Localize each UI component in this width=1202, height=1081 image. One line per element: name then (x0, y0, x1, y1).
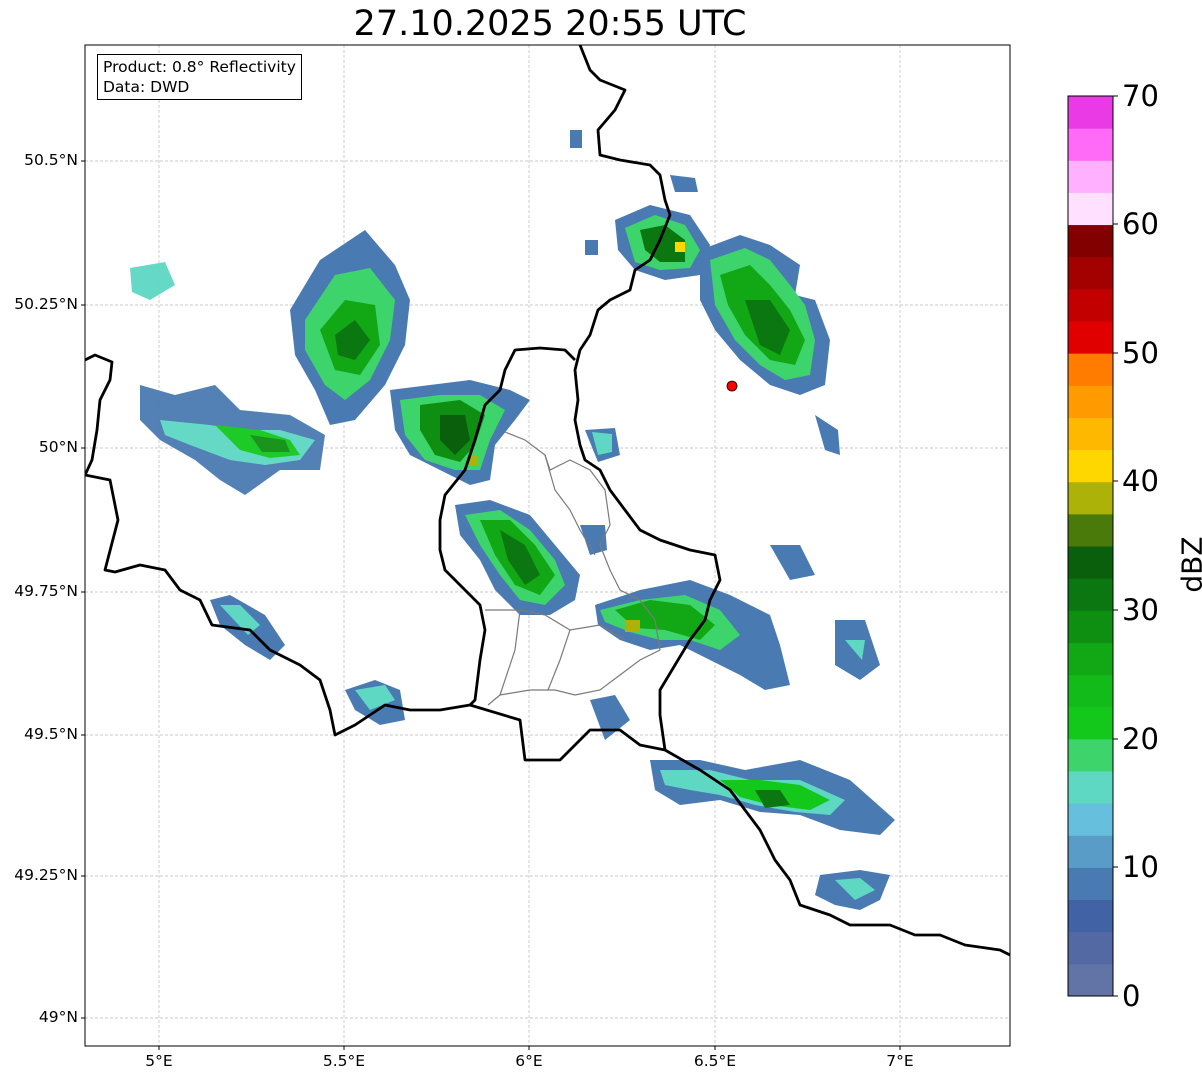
colorbar-segment (1068, 706, 1113, 740)
colorbar-segment (1068, 160, 1113, 193)
radar-map (81, 44, 1118, 1050)
colorbar-segment (1068, 899, 1113, 933)
colorbar-segment (1068, 256, 1113, 290)
colorbar-segment (1068, 224, 1113, 258)
colorbar-segment (1068, 417, 1113, 451)
colorbar-segment (1068, 578, 1113, 611)
colorbar-label: dBZ (1175, 536, 1202, 593)
colorbar-segment (1068, 288, 1113, 322)
colorbar-segment (1068, 803, 1113, 836)
colorbar-segment (1068, 642, 1113, 676)
xtick-label: 6°E (515, 1052, 543, 1070)
colorbar-segment (1068, 963, 1113, 997)
colorbar-segment (1068, 449, 1113, 483)
colorbar-tick-label: 30 (1122, 593, 1159, 627)
ytick-label: 49.75°N (14, 582, 78, 600)
colorbar-tick-label: 70 (1122, 79, 1159, 113)
data-source-label: Data: DWD (103, 78, 190, 96)
colorbar-tick-label: 0 (1122, 979, 1141, 1013)
radar-site-marker (726, 380, 738, 392)
xtick-label: 5°E (145, 1052, 173, 1070)
product-info-box: Product: 0.8° Reflectivity Data: DWD (97, 54, 302, 100)
xtick-label: 7°E (886, 1052, 914, 1070)
colorbar-segment (1068, 835, 1113, 868)
colorbar-segment (1068, 481, 1113, 515)
colorbar-tick-label: 10 (1122, 850, 1159, 884)
ytick-label: 49.25°N (14, 866, 78, 884)
colorbar-segment (1068, 931, 1113, 965)
colorbar-segment (1068, 353, 1113, 386)
colorbar-segment (1068, 321, 1113, 354)
colorbar-segment (1068, 513, 1113, 547)
colorbar-segment (1068, 96, 1113, 129)
xtick-label: 5.5°E (322, 1052, 366, 1070)
colorbar (1067, 95, 1114, 997)
colorbar-segment (1068, 385, 1113, 418)
ytick-label: 50.5°N (24, 151, 78, 169)
colorbar-ticks (1113, 95, 1118, 997)
colorbar-segment (1068, 546, 1113, 579)
xtick-label: 6.5°E (693, 1052, 737, 1070)
ytick-label: 49.5°N (24, 725, 78, 743)
colorbar-tick-label: 40 (1122, 464, 1159, 498)
ytick-label: 50°N (38, 438, 78, 456)
colorbar-tick-label: 60 (1122, 207, 1159, 241)
colorbar-segment (1068, 738, 1113, 772)
product-label: Product: 0.8° Reflectivity (103, 58, 296, 76)
colorbar-segment (1068, 674, 1113, 708)
colorbar-segment (1068, 610, 1113, 643)
colorbar-segment (1068, 192, 1113, 226)
colorbar-tick-label: 50 (1122, 336, 1159, 370)
colorbar-segment (1068, 771, 1113, 804)
colorbar-segment (1068, 867, 1113, 901)
colorbar-tick-label: 20 (1122, 722, 1159, 756)
colorbar-segment (1068, 128, 1113, 161)
ytick-label: 50.25°N (14, 295, 78, 313)
ytick-label: 49°N (38, 1008, 78, 1026)
